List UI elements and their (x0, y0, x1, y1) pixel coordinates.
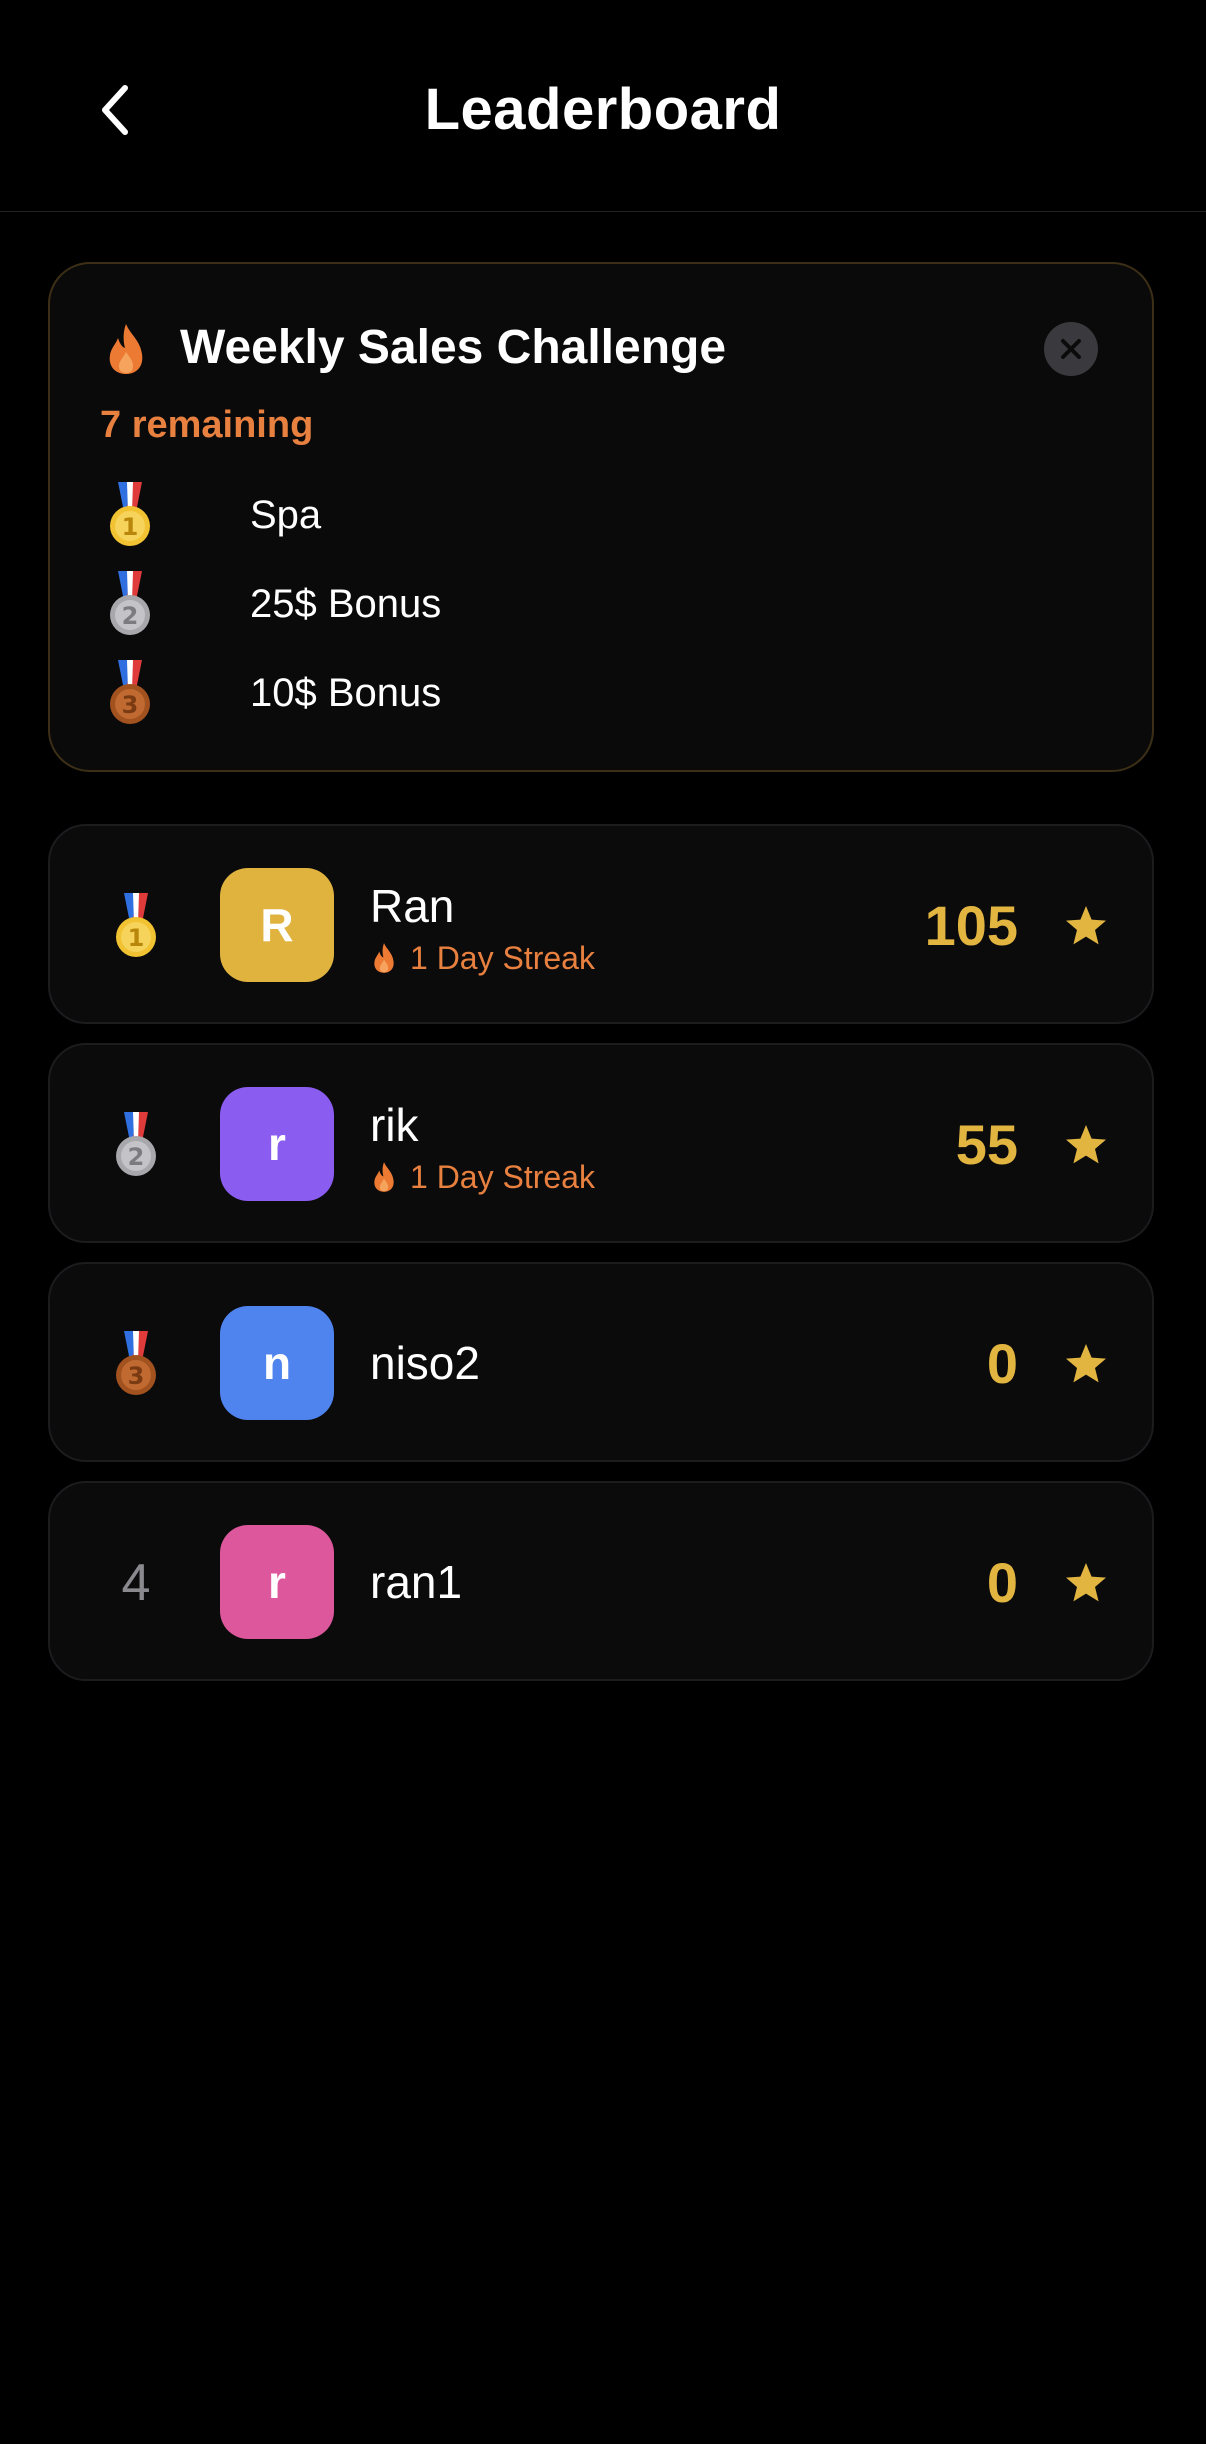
avatar: R (220, 868, 334, 982)
prize-label: 10$ Bonus (250, 671, 442, 715)
star-icon (1064, 904, 1108, 948)
star-icon (1064, 1561, 1108, 1605)
prize-row-1: 1 Spa (106, 480, 321, 550)
header: Leaderboard (0, 0, 1206, 212)
challenge-card: Weekly Sales Challenge 7 remaining 1 Spa (48, 262, 1154, 772)
flame-icon (372, 942, 396, 974)
rank: 1 (112, 890, 160, 962)
rank: 2 (112, 1109, 160, 1181)
svg-text:2: 2 (122, 602, 139, 630)
streak-label: 1 Day Streak (410, 939, 595, 976)
streak-label: 1 Day Streak (410, 1158, 595, 1195)
prize-row-3: 3 10$ Bonus (106, 658, 441, 728)
svg-text:3: 3 (122, 691, 139, 719)
star-icon (1064, 1123, 1108, 1167)
score: 55 (955, 1113, 1018, 1176)
gold-medal-icon: 1 (116, 893, 156, 957)
svg-text:3: 3 (128, 1362, 145, 1390)
prize-row-2: 2 25$ Bonus (106, 569, 441, 639)
score: 0 (986, 1332, 1018, 1395)
silver-medal-icon: 2 (116, 1112, 156, 1176)
flame-icon (372, 1161, 396, 1193)
flame-icon (106, 322, 146, 376)
page-title: Leaderboard (424, 77, 782, 142)
leaderboard-screen: Leaderboard Weekly Sales Challenge 7 rem… (0, 0, 1206, 2444)
leaderboard-row-3[interactable]: 3 n niso2 0 (48, 1262, 1154, 1462)
remaining-count: 7 remaining (100, 404, 314, 446)
rank: 3 (112, 1328, 160, 1400)
user-name: Ran (370, 880, 455, 932)
score: 0 (986, 1551, 1018, 1614)
leaderboard-row-1[interactable]: 1 R Ran 1 Day Streak 105 (48, 824, 1154, 1024)
avatar: r (220, 1525, 334, 1639)
streak: 1 Day Streak (372, 938, 595, 978)
avatar: r (220, 1087, 334, 1201)
svg-text:1: 1 (128, 924, 145, 952)
gold-medal-icon: 1 (110, 482, 150, 546)
user-name: rik (370, 1099, 419, 1151)
avatar: n (220, 1306, 334, 1420)
leaderboard-row-2[interactable]: 2 r rik 1 Day Streak 55 (48, 1043, 1154, 1243)
star-icon (1064, 1342, 1108, 1386)
streak: 1 Day Streak (372, 1157, 595, 1197)
prize-label: 25$ Bonus (250, 582, 442, 626)
rank-number: 4 (121, 1554, 151, 1612)
close-icon (1061, 339, 1081, 359)
bronze-medal-icon: 3 (110, 660, 150, 724)
silver-medal-icon: 2 (110, 571, 150, 635)
score: 105 (924, 894, 1018, 957)
rank: 4 (112, 1547, 160, 1619)
svg-text:2: 2 (128, 1143, 145, 1171)
prize-label: Spa (250, 493, 322, 537)
user-name: ran1 (370, 1556, 463, 1608)
user-name: niso2 (370, 1337, 480, 1389)
svg-text:1: 1 (122, 513, 139, 541)
close-button[interactable] (1044, 322, 1098, 376)
bronze-medal-icon: 3 (116, 1331, 156, 1395)
leaderboard-row-4[interactable]: 4 r ran1 0 (48, 1481, 1154, 1681)
challenge-title: Weekly Sales Challenge (180, 321, 727, 374)
